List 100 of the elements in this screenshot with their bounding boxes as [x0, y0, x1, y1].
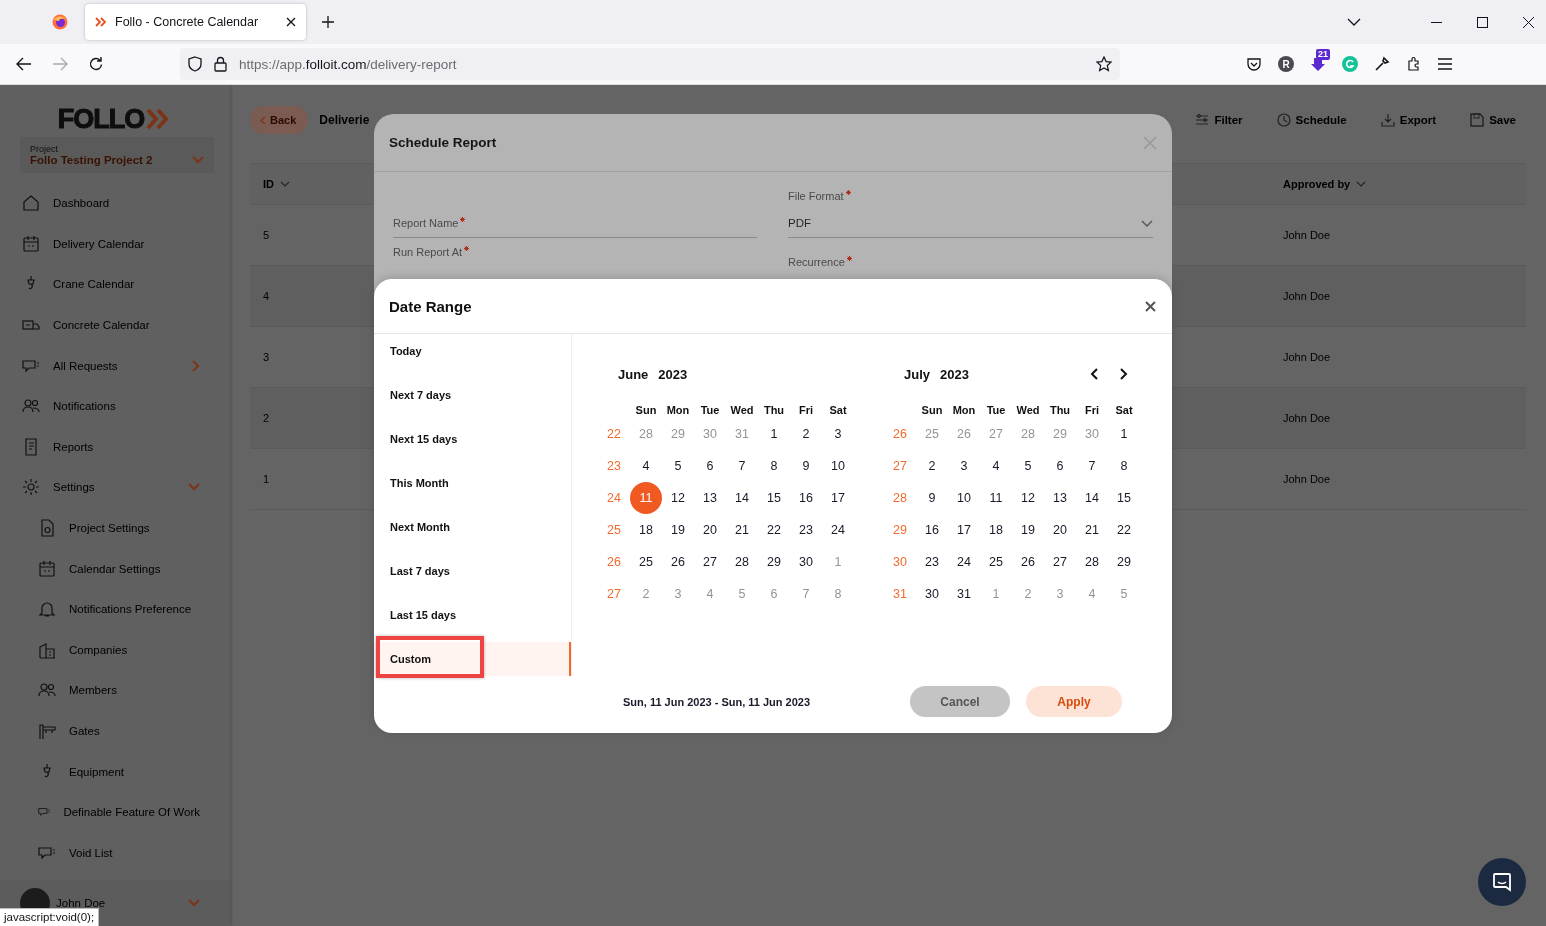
toolbar-button[interactable]: Save — [1470, 113, 1516, 127]
calendar-day[interactable]: 9 — [790, 450, 822, 482]
calendar-day[interactable]: 26 — [1012, 546, 1044, 578]
preset-option[interactable]: Last 15 days — [374, 598, 571, 632]
calendar-day[interactable]: 21 — [1076, 514, 1108, 546]
lock-icon[interactable] — [214, 56, 227, 72]
preset-option[interactable]: Custom — [374, 642, 571, 676]
calendar-day[interactable]: 19 — [662, 514, 694, 546]
calendar-day[interactable]: 16 — [916, 514, 948, 546]
calendar-day[interactable]: 17 — [948, 514, 980, 546]
calendar-day[interactable]: 11 — [980, 482, 1012, 514]
calendar-day[interactable]: 12 — [1012, 482, 1044, 514]
calendar-day[interactable]: 20 — [694, 514, 726, 546]
calendar-day[interactable]: 5 — [1012, 450, 1044, 482]
calendar-day[interactable]: 28 — [726, 546, 758, 578]
calendar-day[interactable]: 31 — [948, 578, 980, 610]
preset-option[interactable]: Today — [374, 334, 571, 368]
calendar-day[interactable]: 20 — [1044, 514, 1076, 546]
calendar-day[interactable]: 21 — [726, 514, 758, 546]
toolbar-button[interactable]: Filter — [1195, 113, 1243, 127]
calendar-day[interactable]: 8 — [758, 450, 790, 482]
calendar-day[interactable]: 29 — [758, 546, 790, 578]
maximize-icon[interactable] — [1477, 16, 1488, 28]
menu-icon[interactable] — [1438, 58, 1452, 70]
pocket-icon[interactable] — [1246, 56, 1262, 72]
preset-option[interactable]: This Month — [374, 466, 571, 500]
calendar-day[interactable]: 10 — [948, 482, 980, 514]
calendar-day[interactable]: 9 — [916, 482, 948, 514]
calendar-day[interactable]: 3 — [822, 418, 854, 450]
calendar-day[interactable]: 2 — [916, 450, 948, 482]
calendar-day[interactable]: 18 — [980, 514, 1012, 546]
calendar-day[interactable]: 14 — [1076, 482, 1108, 514]
shield-icon[interactable] — [188, 56, 202, 72]
calendar-day[interactable]: 23 — [790, 514, 822, 546]
new-tab-icon[interactable] — [321, 15, 335, 29]
sort-icon[interactable] — [1356, 181, 1367, 187]
reload-icon[interactable] — [88, 56, 104, 72]
calendar-day[interactable]: 27 — [694, 546, 726, 578]
calendar-day[interactable]: 8 — [1108, 450, 1140, 482]
calendar-day[interactable]: 6 — [694, 450, 726, 482]
calendar-day[interactable]: 5 — [662, 450, 694, 482]
calendar-day[interactable]: 4 — [630, 450, 662, 482]
calendar-day[interactable]: 22 — [1108, 514, 1140, 546]
preset-option[interactable]: Last 7 days — [374, 554, 571, 588]
calendar-day[interactable]: 12 — [662, 482, 694, 514]
calendar-day[interactable]: 30 — [790, 546, 822, 578]
select-field[interactable]: File Format PDF — [788, 182, 1153, 238]
calendar-day[interactable]: 17 — [822, 482, 854, 514]
calendar-day[interactable]: 4 — [980, 450, 1012, 482]
calendar-day[interactable]: 19 — [1012, 514, 1044, 546]
calendar-day[interactable]: 16 — [790, 482, 822, 514]
input-field[interactable]: Recurrence — [788, 238, 1153, 279]
calendar-day[interactable]: 10 — [822, 450, 854, 482]
sort-icon[interactable] — [280, 181, 290, 187]
calendar-day[interactable]: 6 — [1044, 450, 1076, 482]
calendar-day[interactable]: 27 — [1044, 546, 1076, 578]
calendar-day[interactable]: 15 — [1108, 482, 1140, 514]
puzzle-icon[interactable] — [1406, 56, 1422, 72]
calendar-day[interactable]: 23 — [916, 546, 948, 578]
calendar-day[interactable]: 25 — [980, 546, 1012, 578]
eyedropper-icon[interactable] — [1374, 56, 1390, 72]
calendar-day[interactable]: 13 — [694, 482, 726, 514]
calendar-day[interactable]: 7 — [726, 450, 758, 482]
calendar-day[interactable]: 2 — [790, 418, 822, 450]
next-month-icon[interactable] — [1120, 368, 1128, 380]
calendar-day[interactable]: 25 — [630, 546, 662, 578]
browser-tab[interactable]: Follo - Concrete Calendar — [85, 4, 306, 40]
close-icon[interactable] — [286, 17, 296, 27]
calendar-day[interactable]: 15 — [758, 482, 790, 514]
previous-month-icon[interactable] — [1090, 368, 1098, 380]
calendar-day[interactable]: 24 — [822, 514, 854, 546]
close-window-icon[interactable] — [1523, 16, 1534, 28]
profile-avatar[interactable]: R — [1278, 56, 1294, 72]
bookmark-star-icon[interactable] — [1096, 56, 1112, 72]
preset-option[interactable]: Next 7 days — [374, 378, 571, 412]
cancel-button[interactable]: Cancel — [910, 686, 1010, 717]
input-field[interactable]: Run Report At — [393, 238, 757, 279]
calendar-day[interactable]: 14 — [726, 482, 758, 514]
input-field[interactable]: Report Name — [393, 182, 757, 238]
close-icon[interactable] — [1145, 300, 1156, 312]
calendar-day[interactable]: 24 — [948, 546, 980, 578]
calendar-day[interactable]: 26 — [662, 546, 694, 578]
back-icon[interactable] — [16, 57, 32, 71]
calendar-day[interactable]: 3 — [948, 450, 980, 482]
preset-option[interactable]: Next Month — [374, 510, 571, 544]
firefox-icon[interactable] — [52, 14, 68, 30]
calendar-day[interactable]: 13 — [1044, 482, 1076, 514]
calendar-day[interactable]: 1 — [1108, 418, 1140, 450]
calendar-day[interactable]: 22 — [758, 514, 790, 546]
calendar-day[interactable]: 29 — [1108, 546, 1140, 578]
calendar-day[interactable]: 28 — [1076, 546, 1108, 578]
address-bar[interactable]: https://app.folloit.com/delivery-report — [180, 48, 1120, 80]
chevron-down-icon[interactable] — [1347, 18, 1361, 26]
calendar-day[interactable]: 30 — [916, 578, 948, 610]
toolbar-button[interactable]: Export — [1380, 113, 1437, 127]
calendar-day[interactable]: 7 — [1076, 450, 1108, 482]
calendar-day[interactable]: 18 — [630, 514, 662, 546]
toolbar-button[interactable]: Schedule — [1276, 113, 1347, 127]
preset-option[interactable]: Next 15 days — [374, 422, 571, 456]
calendar-day[interactable]: 1 — [758, 418, 790, 450]
